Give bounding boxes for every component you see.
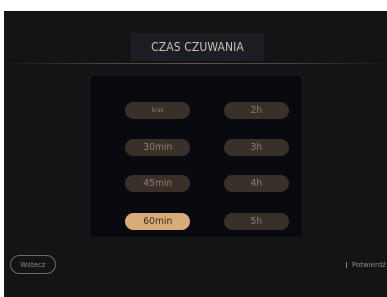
option-45min[interactable]: 45min	[125, 175, 190, 192]
page-title: CZAS CZUWANIA	[151, 40, 244, 54]
confirm-button[interactable]: Potwierdź	[346, 255, 386, 274]
option-2h[interactable]: 2h	[224, 102, 289, 119]
back-button-label: Wstecz	[20, 260, 46, 269]
option-label: 60min	[142, 216, 173, 227]
option-label: 5h	[250, 216, 263, 227]
confirm-button-label: Potwierdź	[352, 260, 386, 269]
option-label: 3h	[250, 142, 263, 153]
option-brak[interactable]: brak	[125, 102, 190, 119]
option-3h[interactable]: 3h	[224, 139, 289, 156]
title-divider	[4, 63, 387, 64]
confirm-marker-icon	[346, 261, 347, 268]
option-30min[interactable]: 30min	[125, 139, 190, 156]
option-label: 45min	[142, 178, 173, 189]
option-label: 2h	[250, 105, 263, 116]
title-box: CZAS CZUWANIA	[131, 33, 264, 61]
option-4h[interactable]: 4h	[224, 175, 289, 192]
option-label: 4h	[250, 178, 263, 189]
option-5h[interactable]: 5h	[224, 213, 289, 230]
back-button[interactable]: Wstecz	[10, 255, 56, 274]
options-panel: brak 2h 30min 3h 45min 4h 60min 5h	[91, 76, 301, 237]
standby-time-screen: CZAS CZUWANIA brak 2h 30min 3h 45min 4h …	[4, 11, 387, 297]
option-label: 30min	[142, 142, 173, 153]
option-label: brak	[151, 107, 164, 114]
option-60min[interactable]: 60min	[125, 213, 190, 230]
